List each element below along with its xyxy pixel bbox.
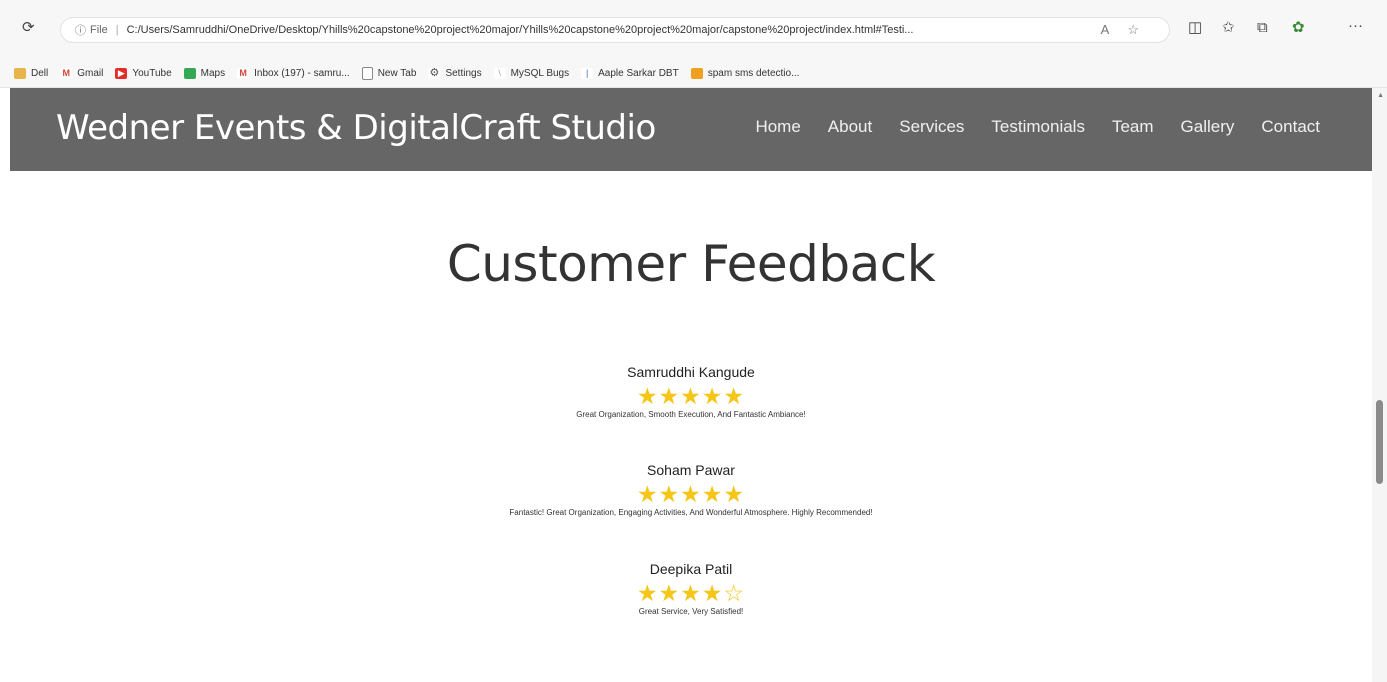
review-text: Great Organization, Smooth Execution, An…: [576, 410, 806, 419]
nav-gallery[interactable]: Gallery: [1181, 117, 1235, 137]
review-text: Great Service, Very Satisfied!: [638, 607, 744, 616]
file-label: File: [90, 24, 108, 36]
star-rating: ★★★★☆: [636, 580, 746, 606]
bookmark-spam-sms[interactable]: spam sms detectio...: [690, 68, 799, 79]
extension-icon[interactable]: ✿: [1292, 18, 1305, 38]
favorite-star-icon[interactable]: ☆: [1127, 22, 1157, 37]
nav-team[interactable]: Team: [1112, 117, 1154, 137]
nav-home[interactable]: Home: [755, 117, 800, 137]
site-brand[interactable]: Wedner Events & DigitalCraft Studio: [56, 108, 656, 148]
bookmark-gmail[interactable]: M Gmail: [60, 68, 103, 79]
nav-about[interactable]: About: [828, 117, 872, 137]
bookmark-settings[interactable]: ⚙ Settings: [428, 67, 482, 79]
scrollbar-track[interactable]: [1372, 88, 1387, 682]
reviewer-name: Deepika Patil: [649, 561, 733, 577]
document-icon: |: [581, 68, 594, 79]
url-separator: |: [115, 24, 119, 36]
mysql-icon: \: [493, 68, 506, 79]
favorites-icon[interactable]: ✩: [1222, 18, 1235, 38]
gmail-icon: M: [60, 68, 73, 79]
bookmarks-bar: Dell M Gmail ▶ YouTube Maps M Inbox (197) -…: [0, 60, 1387, 88]
colab-icon: [690, 68, 703, 79]
page-icon: [361, 67, 373, 80]
gmail-icon: M: [237, 68, 250, 79]
folder-icon: [14, 68, 26, 79]
bookmark-maps[interactable]: Maps: [183, 68, 225, 79]
scrollbar-thumb[interactable]: [1376, 400, 1383, 484]
review-card: Soham Pawar ★★★★★ Fantastic! Great Organ…: [10, 462, 1372, 517]
bookmark-inbox[interactable]: M Inbox (197) - samru...: [237, 68, 350, 79]
reviewer-name: Soham Pawar: [647, 462, 735, 478]
address-bar[interactable]: ⓘ File | C:/Users/Samruddhi/OneDrive/Des…: [60, 17, 1170, 43]
star-rating: ★★★★★: [636, 383, 746, 409]
review-text: Fantastic! Great Organization, Engaging …: [509, 508, 873, 517]
scroll-up-arrow-icon[interactable]: ▲: [1377, 92, 1384, 99]
nav-services[interactable]: Services: [899, 117, 964, 137]
review-card: Samruddhi Kangude ★★★★★ Great Organizati…: [10, 364, 1372, 419]
info-icon[interactable]: ⓘ: [75, 22, 86, 38]
collections-icon[interactable]: ⧉: [1257, 18, 1268, 38]
main-nav: Home About Services Testimonials Team Ga…: [728, 117, 1320, 137]
maps-icon: [183, 68, 196, 79]
nav-contact[interactable]: Contact: [1261, 117, 1320, 137]
site-header: Wedner Events & DigitalCraft Studio Home…: [10, 88, 1372, 171]
bookmark-new-tab[interactable]: New Tab: [361, 67, 416, 80]
bookmark-dell[interactable]: Dell: [14, 68, 48, 79]
bookmark-aaple-sarkar[interactable]: | Aaple Sarkar DBT: [581, 68, 679, 79]
review-card: Deepika Patil ★★★★☆ Great Service, Very …: [10, 561, 1372, 616]
bookmark-mysql-bugs[interactable]: \ MySQL Bugs: [493, 68, 569, 79]
page-title: Customer Feedback: [446, 235, 936, 293]
bookmark-youtube[interactable]: ▶ YouTube: [115, 68, 172, 79]
browser-toolbar: ⟳ ⓘ File | C:/Users/Samruddhi/OneDrive/D…: [0, 0, 1387, 60]
read-aloud-icon[interactable]: A: [1101, 22, 1128, 37]
split-screen-icon[interactable]: ◫: [1188, 18, 1202, 38]
reload-icon[interactable]: ⟳: [22, 18, 35, 38]
nav-testimonials[interactable]: Testimonials: [991, 117, 1085, 137]
more-menu-icon[interactable]: ···: [1348, 16, 1363, 36]
reviewer-name: Samruddhi Kangude: [627, 364, 755, 380]
url-text[interactable]: C:/Users/Samruddhi/OneDrive/Desktop/Yhil…: [127, 24, 914, 36]
star-rating: ★★★★★: [636, 481, 746, 507]
gear-icon: ⚙: [428, 67, 441, 79]
youtube-icon: ▶: [115, 68, 128, 79]
